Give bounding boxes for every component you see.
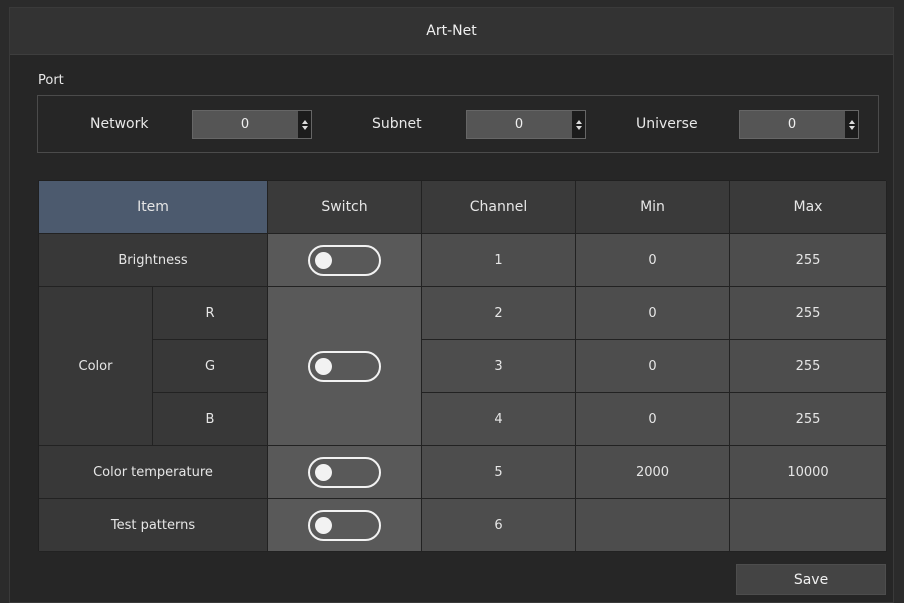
test-patterns-channel[interactable]: 6	[422, 499, 576, 552]
subnet-value[interactable]: 0	[467, 117, 585, 132]
color-temperature-toggle[interactable]	[308, 456, 381, 488]
universe-value[interactable]: 0	[740, 117, 858, 132]
brightness-max[interactable]: 255	[730, 234, 887, 287]
r-channel[interactable]: 2	[422, 287, 576, 340]
row-label-b: B	[153, 393, 268, 446]
spin-arrows-icon[interactable]	[845, 111, 858, 138]
row-label-r: R	[153, 287, 268, 340]
port-group: Network 0 Subnet 0 Universe 0	[37, 95, 879, 153]
brightness-toggle[interactable]	[308, 244, 381, 276]
b-min[interactable]: 0	[576, 393, 730, 446]
brightness-min[interactable]: 0	[576, 234, 730, 287]
color-temperature-channel[interactable]: 5	[422, 446, 576, 499]
header-channel: Channel	[422, 181, 576, 234]
spin-arrows-icon[interactable]	[298, 111, 311, 138]
header-switch: Switch	[268, 181, 422, 234]
g-max[interactable]: 255	[730, 340, 887, 393]
network-label: Network	[90, 116, 149, 132]
row-label-color: Color	[39, 287, 153, 446]
header-max: Max	[730, 181, 887, 234]
brightness-channel[interactable]: 1	[422, 234, 576, 287]
toggle-knob-icon	[315, 516, 332, 534]
toggle-knob-icon	[315, 463, 332, 481]
switch-cell-color	[268, 287, 422, 446]
universe-spinbox[interactable]: 0	[739, 110, 859, 139]
network-value[interactable]: 0	[193, 117, 311, 132]
channel-table: Item Switch Channel Min Max Brightness 1…	[38, 180, 887, 552]
save-button[interactable]: Save	[736, 564, 886, 595]
subnet-spinbox[interactable]: 0	[466, 110, 586, 139]
spin-arrows-icon[interactable]	[572, 111, 585, 138]
switch-cell-color-temperature	[268, 446, 422, 499]
switch-cell-test-patterns	[268, 499, 422, 552]
toggle-knob-icon	[315, 357, 332, 375]
toggle-knob-icon	[315, 251, 332, 269]
switch-cell-brightness	[268, 234, 422, 287]
r-min[interactable]: 0	[576, 287, 730, 340]
port-section-label: Port	[38, 73, 64, 88]
g-min[interactable]: 0	[576, 340, 730, 393]
g-channel[interactable]: 3	[422, 340, 576, 393]
color-toggle[interactable]	[308, 350, 381, 382]
b-channel[interactable]: 4	[422, 393, 576, 446]
subnet-label: Subnet	[372, 116, 422, 132]
test-patterns-max	[730, 499, 887, 552]
window-title: Art-Net	[426, 23, 477, 39]
row-label-test-patterns: Test patterns	[39, 499, 268, 552]
color-temperature-min[interactable]: 2000	[576, 446, 730, 499]
network-spinbox[interactable]: 0	[192, 110, 312, 139]
color-temperature-max[interactable]: 10000	[730, 446, 887, 499]
header-min: Min	[576, 181, 730, 234]
test-patterns-min	[576, 499, 730, 552]
row-label-g: G	[153, 340, 268, 393]
r-max[interactable]: 255	[730, 287, 887, 340]
universe-label: Universe	[636, 116, 698, 132]
header-item: Item	[39, 181, 268, 234]
artnet-dialog: Art-Net Port Network 0 Subnet 0 Universe…	[9, 7, 894, 603]
test-patterns-toggle[interactable]	[308, 509, 381, 541]
row-label-brightness: Brightness	[39, 234, 268, 287]
row-label-color-temperature: Color temperature	[39, 446, 268, 499]
title-bar: Art-Net	[10, 8, 893, 55]
b-max[interactable]: 255	[730, 393, 887, 446]
